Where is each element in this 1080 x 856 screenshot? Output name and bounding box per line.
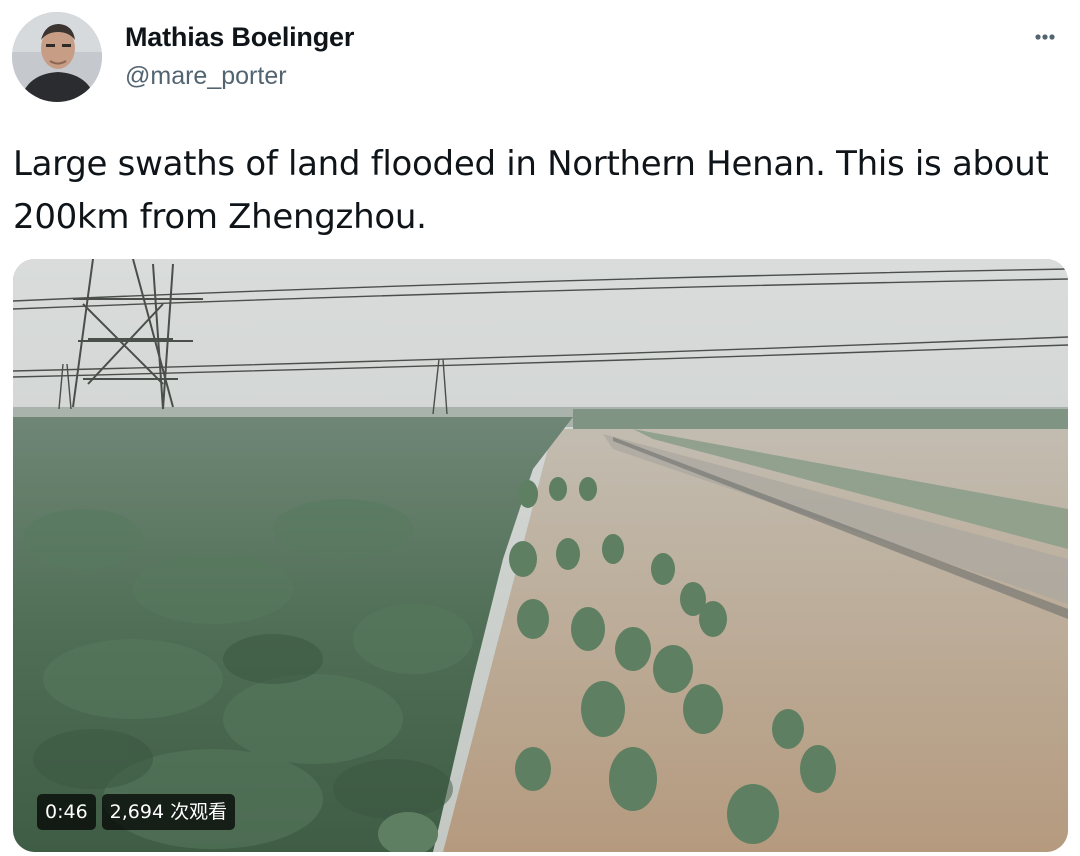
more-options-icon[interactable] — [1028, 20, 1062, 54]
video-meta: 0:46 2,694 次观看 — [37, 794, 236, 830]
video-view-count: 2,694 次观看 — [101, 794, 236, 830]
video-duration: 0:46 — [37, 794, 96, 830]
author-handle[interactable]: @mare_porter — [125, 62, 287, 91]
author-display-name[interactable]: Mathias Boelinger — [125, 22, 354, 53]
author-avatar[interactable] — [12, 12, 102, 102]
tweet-video[interactable]: 0:46 2,694 次观看 — [13, 259, 1068, 852]
tweet-text: Large swaths of land flooded in Northern… — [13, 144, 1049, 237]
person-photo-icon — [12, 12, 102, 102]
flooded-landscape-video-frame — [13, 259, 1068, 852]
